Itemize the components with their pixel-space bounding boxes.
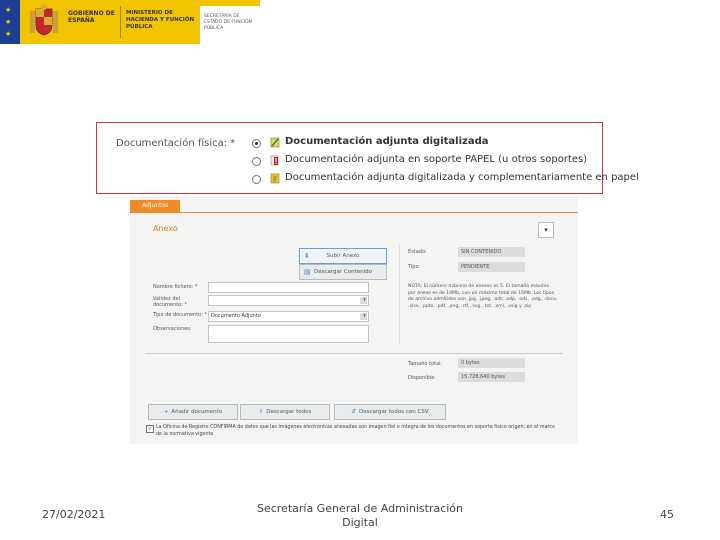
document-paper-icon [270, 173, 280, 184]
gobierno-text: GOBIERNO DE ESPAÑA [68, 10, 115, 24]
available-label: Disponible: [408, 375, 436, 381]
plus-icon: + [163, 409, 169, 415]
coat-of-arms-icon [30, 4, 58, 36]
download-all-csv-button[interactable]: ⇵ Descargar todos con CSV [334, 404, 446, 420]
attachment-note: NOTA: El número máximo de anexos es 5. E… [408, 284, 558, 309]
ministerio-text: MINISTERIO DE HACIENDA Y FUNCIÓN PÚBLICA [126, 10, 195, 30]
total-size-label: Tamaño total: [408, 361, 443, 367]
download-icon: ▤ [304, 268, 311, 276]
header-divider [120, 6, 121, 38]
status-label: Estado: [408, 249, 427, 255]
collapse-icon[interactable]: ▾ [538, 222, 554, 238]
secretaria-text: SECRETARÍA DE ESTADO DE FUNCIÓN PÚBLICA [204, 14, 252, 31]
observations-label: Observaciones: [153, 326, 192, 332]
chevron-down-icon: ▾ [360, 313, 367, 320]
validity-select[interactable]: ▾ [208, 295, 369, 306]
paper-alert-icon [270, 155, 279, 166]
upload-anexo-label: Subir Anexo [326, 253, 360, 259]
government-banner: ★ ★ ★ GOBIERNO DE ESPAÑA MINISTERIO DE HAC… [0, 0, 260, 44]
option-papel[interactable]: Documentación adjunta en soporte PAPEL (… [285, 154, 587, 165]
add-document-button[interactable]: + Añadir documento [148, 404, 238, 420]
total-size-value: 0 bytes [458, 358, 525, 368]
download-all-button[interactable]: ⇩ Descargar todos [240, 404, 330, 420]
view-content-button[interactable]: ▤ Descargar Contenido [299, 264, 387, 280]
doc-type-value: Documento Adjunto [211, 313, 261, 319]
legal-confirmation-text: La Oficina de Registro CONFIRMA de datos… [156, 425, 555, 437]
column-divider [399, 244, 400, 344]
type-value: PENDIENTE [458, 262, 525, 272]
doc-type-label: Tipo de documento: * [153, 312, 208, 318]
type-label: Tipo: [408, 264, 421, 270]
upload-icon: ⇞ [304, 252, 310, 260]
option-digitalizada-papel[interactable]: Documentación adjunta digitalizada y com… [285, 172, 639, 183]
available-value: 15.728.640 bytes [458, 372, 525, 382]
radio-papel[interactable] [252, 157, 261, 166]
doc-type-select[interactable]: Documento Adjunto ▾ [208, 311, 369, 322]
download-icon: ⇩ [258, 409, 264, 415]
option-digitalizada[interactable]: Documentación adjunta digitalizada [285, 136, 489, 147]
radio-digitalizada-papel[interactable] [252, 175, 261, 184]
tab-adjuntos[interactable]: Adjuntos [130, 200, 180, 212]
download-all-label: Descargar todos [266, 409, 312, 415]
tab-underline [130, 212, 578, 213]
file-name-label: Nombre fichero: * [153, 284, 198, 290]
observations-textarea[interactable] [208, 325, 369, 343]
documentation-label: Documentación física: * [116, 138, 236, 149]
secretaria-box: SECRETARÍA DE ESTADO DE FUNCIÓN PÚBLICA [200, 6, 260, 44]
scan-document-icon [270, 137, 280, 148]
eu-flag-icon: ★ ★ ★ [0, 0, 20, 44]
footer-date: 27/02/2021 [42, 508, 106, 521]
csv-icon: ⇵ [351, 409, 356, 415]
status-value: SIN CONTENIDO [458, 247, 525, 257]
anexo-title: Anexo [153, 224, 178, 233]
footer-organization: Secretaría General de Administración Dig… [256, 502, 464, 529]
section-divider [145, 353, 563, 354]
download-all-csv-label: Descargar todos con CSV [358, 409, 429, 415]
upload-anexo-button[interactable]: ⇞ Subir Anexo [299, 248, 387, 264]
page-number: 45 [660, 508, 674, 521]
file-name-input[interactable] [208, 282, 369, 293]
validity-label: Validez del documento: * [153, 296, 188, 308]
radio-digitalizada[interactable] [252, 139, 261, 148]
confirm-checkbox[interactable]: ✓ [146, 425, 154, 433]
chevron-down-icon: ▾ [360, 297, 367, 304]
view-content-label: Descargar Contenido [313, 269, 373, 275]
add-document-label: Añadir documento [171, 409, 223, 415]
